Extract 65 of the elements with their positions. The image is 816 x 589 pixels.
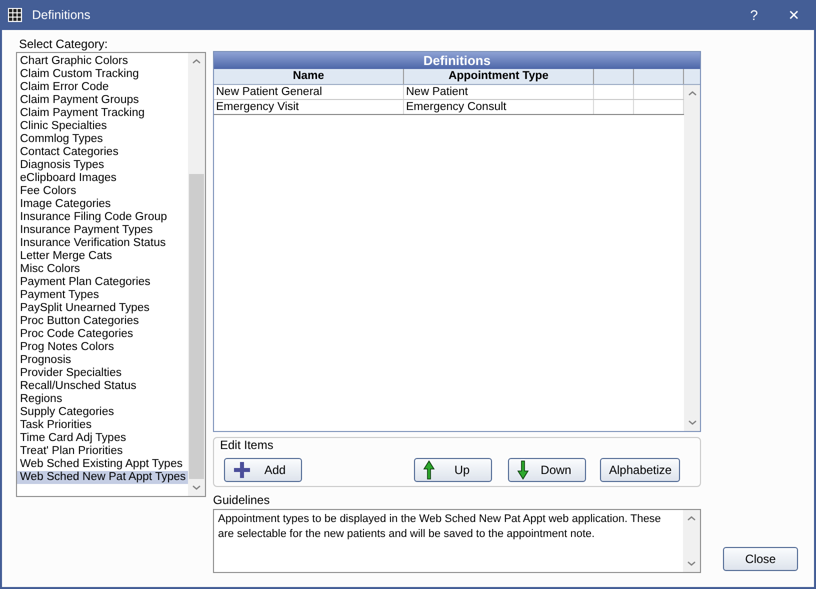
category-item[interactable]: Time Card Adj Types <box>17 432 188 445</box>
table-cell: New Patient General <box>214 85 404 99</box>
add-button[interactable]: Add <box>224 458 302 482</box>
category-item[interactable]: Diagnosis Types <box>17 159 188 172</box>
grid-scrollbar[interactable] <box>684 85 700 431</box>
category-item[interactable]: Recall/Unsched Status <box>17 380 188 393</box>
table-cell: Emergency Visit <box>214 100 404 114</box>
category-item[interactable]: Supply Categories <box>17 406 188 419</box>
category-item[interactable]: Claim Custom Tracking <box>17 68 188 81</box>
plus-icon <box>233 461 251 479</box>
close-button[interactable]: ✕ <box>774 0 814 30</box>
category-item[interactable]: Insurance Verification Status <box>17 237 188 250</box>
category-item[interactable]: Clinic Specialties <box>17 120 188 133</box>
help-button[interactable]: ? <box>734 0 774 30</box>
category-item[interactable]: Provider Specialties <box>17 367 188 380</box>
category-item[interactable]: Claim Payment Groups <box>17 94 188 107</box>
category-item[interactable]: Contact Categories <box>17 146 188 159</box>
window-title: Definitions <box>32 8 92 22</box>
close-dialog-button[interactable]: Close <box>723 547 798 571</box>
app-grid-icon <box>8 8 22 22</box>
category-item[interactable]: Insurance Filing Code Group <box>17 211 188 224</box>
category-item[interactable]: Image Categories <box>17 198 188 211</box>
category-item[interactable]: Proc Code Categories <box>17 328 188 341</box>
category-item[interactable]: PaySplit Unearned Types <box>17 302 188 315</box>
column-header[interactable]: Appointment Type <box>404 69 594 84</box>
category-item[interactable]: Task Priorities <box>17 419 188 432</box>
group-label: Edit Items <box>220 439 274 452</box>
scroll-down-icon[interactable] <box>688 420 696 425</box>
category-item[interactable]: Chart Graphic Colors <box>17 55 188 68</box>
down-button[interactable]: Down <box>508 458 586 482</box>
scroll-up-icon[interactable] <box>687 516 696 521</box>
category-item[interactable]: Letter Merge Cats <box>17 250 188 263</box>
category-label: Select Category: <box>19 37 109 51</box>
category-item[interactable]: Proc Button Categories <box>17 315 188 328</box>
category-item[interactable]: Payment Plan Categories <box>17 276 188 289</box>
alphabetize-button[interactable]: Alphabetize <box>600 458 680 482</box>
category-item[interactable]: Regions <box>17 393 188 406</box>
down-arrow-icon <box>517 460 529 480</box>
scroll-up-icon[interactable] <box>192 59 201 64</box>
category-item[interactable]: Claim Payment Tracking <box>17 107 188 120</box>
scroll-down-icon[interactable] <box>192 485 201 490</box>
table-cell: New Patient <box>404 85 594 99</box>
category-item[interactable]: Prog Notes Colors <box>17 341 188 354</box>
category-item[interactable]: Insurance Payment Types <box>17 224 188 237</box>
up-arrow-icon <box>423 460 435 480</box>
up-button[interactable]: Up <box>414 458 492 482</box>
category-item[interactable]: Payment Types <box>17 289 188 302</box>
scroll-down-icon[interactable] <box>687 561 696 566</box>
category-item[interactable]: eClipboard Images <box>17 172 188 185</box>
category-item[interactable]: Claim Error Code <box>17 81 188 94</box>
category-item[interactable]: Prognosis <box>17 354 188 367</box>
category-item[interactable]: Fee Colors <box>17 185 188 198</box>
category-item[interactable]: Web Sched New Pat Appt Types <box>17 471 188 484</box>
category-item[interactable]: Commlog Types <box>17 133 188 146</box>
table-cell: Emergency Consult <box>404 100 594 114</box>
category-item[interactable]: Misc Colors <box>17 263 188 276</box>
column-header[interactable]: Name <box>214 69 404 84</box>
grid-title: Definitions <box>214 52 700 69</box>
guidelines-label: Guidelines <box>213 493 271 507</box>
scroll-up-icon[interactable] <box>688 91 696 96</box>
guidelines-text: Appointment types to be displayed in the Web Sched New Pat Appt web application. These are selectable for the new patients and will be saved to the appointment note. <box>217 512 662 542</box>
category-item[interactable]: Treat' Plan Priorities <box>17 445 188 458</box>
guidelines-scrollbar[interactable] <box>683 510 700 572</box>
scrollbar[interactable] <box>188 53 205 496</box>
category-item[interactable]: Web Sched Existing Appt Types <box>17 458 188 471</box>
